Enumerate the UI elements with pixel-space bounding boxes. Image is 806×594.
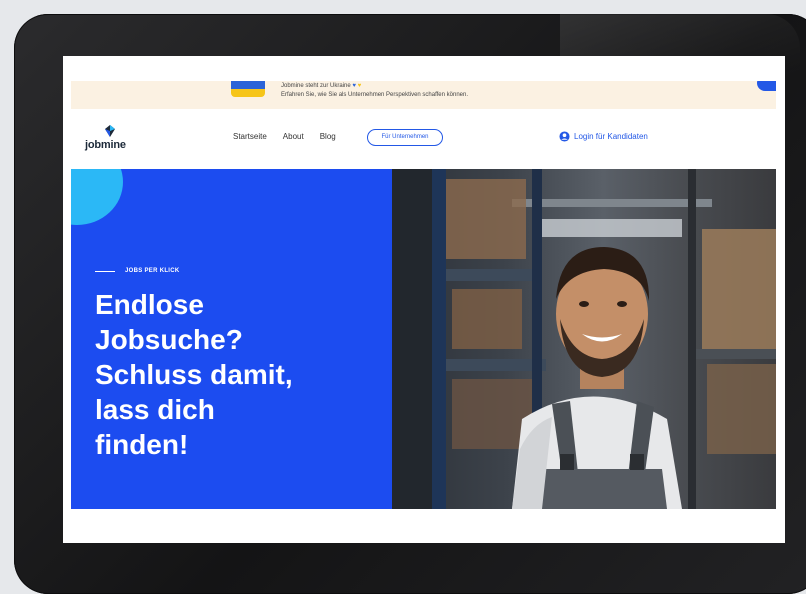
headline-line-2: Jobsuche? [95, 324, 243, 355]
headline-line-1: Endlose [95, 289, 204, 320]
eyebrow-line [95, 270, 115, 272]
hero-headline: Endlose Jobsuche? Schluss damit, lass di… [95, 287, 385, 462]
nav-link-about[interactable]: About [283, 132, 304, 141]
banner-text: Jobmine steht zur Ukraine ♥ ♥ Erfahren S… [281, 82, 468, 100]
login-link[interactable]: Login für Kandidaten [559, 131, 648, 142]
warehouse-worker-illustration [392, 169, 776, 509]
eyebrow-text: JOBS PER KLICK [125, 268, 180, 274]
banner-action-button[interactable] [757, 81, 776, 91]
blue-heart-icon: ♥ [352, 83, 356, 89]
tablet-screen: Jobmine steht zur Ukraine ♥ ♥ Erfahren S… [63, 56, 785, 543]
headline-line-4: lass dich [95, 394, 215, 425]
headline-line-3: Schluss damit, [95, 359, 293, 390]
decorative-circle [71, 169, 123, 225]
ukraine-flag-icon [231, 81, 265, 97]
hero-text-panel: JOBS PER KLICK Endlose Jobsuche? Schluss… [71, 169, 392, 509]
logo[interactable]: jobmine [85, 124, 135, 154]
yellow-heart-icon: ♥ [357, 83, 362, 89]
main-navigation: jobmine Startseite About Blog Für Untern… [71, 109, 776, 169]
website-viewport: Jobmine steht zur Ukraine ♥ ♥ Erfahren S… [71, 81, 776, 509]
headline-line-5: finden! [95, 429, 189, 460]
announcement-banner: Jobmine steht zur Ukraine ♥ ♥ Erfahren S… [71, 81, 776, 109]
banner-line-2[interactable]: Erfahren Sie, wie Sie als Unternehmen Pe… [281, 91, 468, 100]
banner-line-1: Jobmine steht zur Ukraine [281, 83, 351, 89]
nav-link-startseite[interactable]: Startseite [233, 132, 267, 141]
hero-photo-worker [392, 169, 776, 509]
login-label: Login für Kandidaten [574, 132, 648, 141]
logo-text: jobmine [85, 139, 126, 151]
hero-eyebrow: JOBS PER KLICK [95, 268, 180, 274]
screen-bottom-area [63, 509, 785, 543]
for-companies-button[interactable]: Für Unternehmen [367, 129, 443, 146]
user-circle-icon [559, 131, 570, 142]
nav-links: Startseite About Blog [233, 132, 336, 141]
hero-section: JOBS PER KLICK Endlose Jobsuche? Schluss… [71, 169, 776, 509]
jobmine-logo-icon [105, 125, 115, 137]
nav-link-blog[interactable]: Blog [320, 132, 336, 141]
